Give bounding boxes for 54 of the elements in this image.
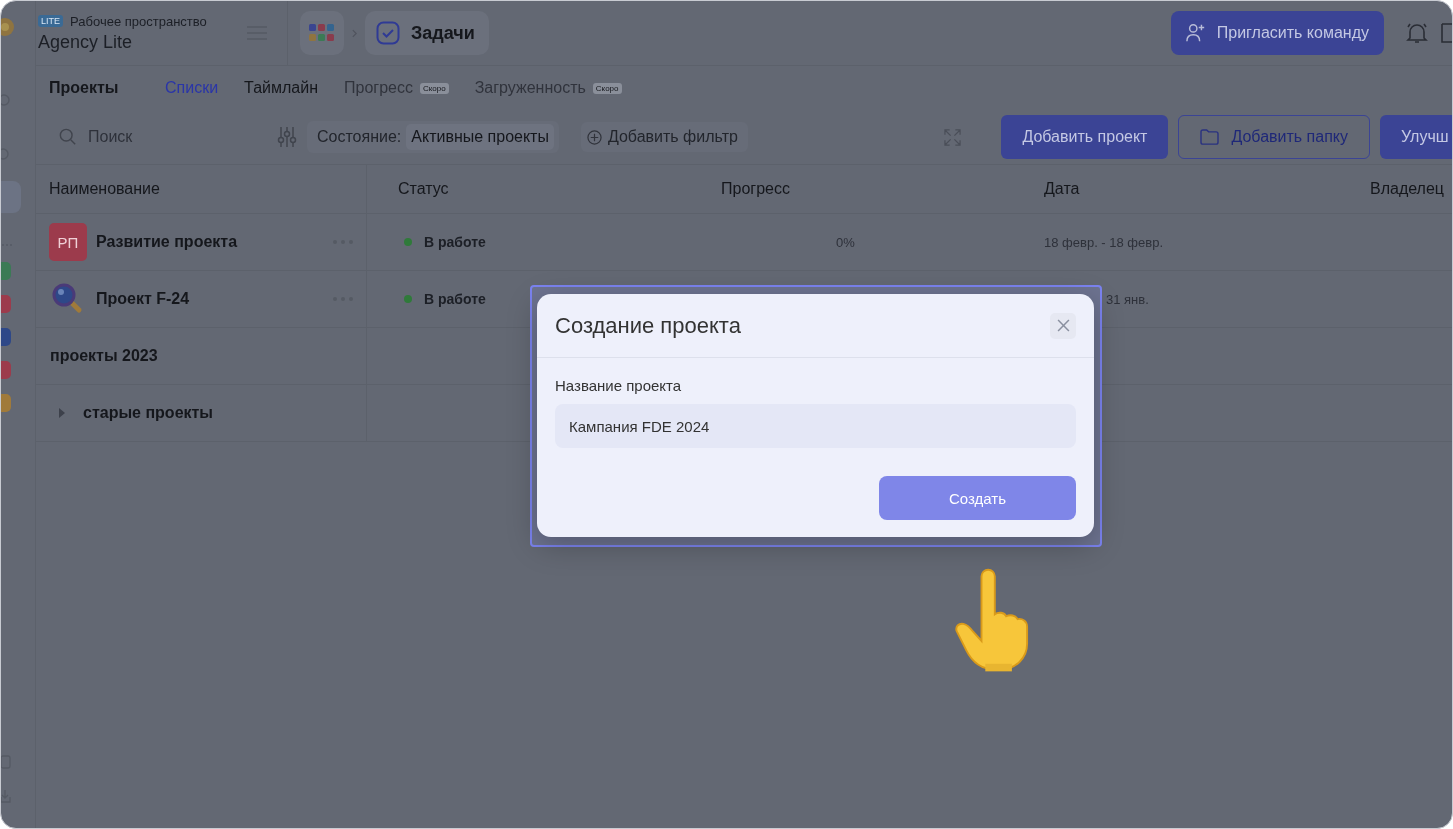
flower-logo-icon (1, 15, 14, 39)
status-text: В работе (424, 234, 486, 250)
add-folder-button[interactable]: Добавить папку (1178, 115, 1370, 159)
add-filter-button[interactable]: Добавить фильтр (580, 122, 748, 152)
state-filter-label: Состояние: (317, 128, 402, 146)
workspace-label: Рабочее пространство (70, 13, 207, 29)
expand-icon[interactable] (944, 128, 962, 146)
project-avatar-icon[interactable] (1, 262, 11, 280)
column-header: Наименование (49, 180, 160, 198)
bell-icon[interactable] (1405, 21, 1429, 45)
field-label: Название проекта (555, 377, 683, 394)
date-range: 31 янв. (1106, 291, 1149, 307)
column-header: Статус (398, 180, 449, 198)
upgrade-button[interactable]: Улучш (1380, 115, 1452, 159)
project-avatar-icon[interactable] (1, 361, 11, 379)
tasks-breadcrumb[interactable]: Задачи (365, 11, 489, 55)
view-tab[interactable]: Таймлайн (244, 79, 318, 97)
apps-grid-icon (309, 24, 335, 42)
column-header: Дата (1044, 180, 1080, 198)
add-project-button[interactable]: Добавить проект (1001, 115, 1169, 159)
dialog-title: Создание проекта (555, 312, 741, 339)
page-title: Проекты (49, 79, 120, 97)
project-avatar-icon[interactable] (1, 394, 11, 412)
plus-circle-icon (586, 129, 602, 145)
state-filter[interactable]: Состояние: Активные проекты (307, 121, 559, 153)
invite-team-button[interactable]: Пригласить команду (1170, 11, 1384, 55)
status-text: В работе (424, 291, 486, 307)
apps-button[interactable] (300, 11, 344, 55)
column-header: Прогресс (721, 180, 790, 198)
soon-badge: Скоро (592, 82, 622, 94)
close-icon (1056, 319, 1070, 332)
project-avatar-icon[interactable] (1, 295, 11, 313)
close-button[interactable] (1050, 312, 1076, 339)
folder-name[interactable]: проекты 2023 (49, 347, 158, 365)
column-header: Владелец (1370, 180, 1444, 198)
checkbox-icon (376, 21, 400, 45)
project-avatar: РП (49, 223, 87, 261)
filter-sliders-icon[interactable] (277, 126, 297, 148)
date-range: 18 февр. - 18 февр. (1044, 234, 1164, 250)
project-name[interactable]: Проект F-24 (96, 290, 333, 308)
search-field[interactable]: Поиск (86, 127, 230, 147)
plan-badge: LITE (38, 15, 63, 27)
folder-name[interactable]: старые проекты (82, 404, 214, 422)
download-icon[interactable] (1, 789, 11, 803)
state-filter-chip[interactable]: Активные проекты (406, 124, 554, 150)
add-user-icon (1185, 23, 1206, 43)
caret-icon[interactable] (59, 408, 65, 418)
soon-badge: Скоро (419, 82, 449, 94)
view-tab[interactable]: Списки (165, 79, 219, 97)
project-name[interactable]: Развитие проекта (96, 233, 333, 251)
project-name-field[interactable]: Кампания FDE 2024 (555, 404, 1076, 448)
project-avatar-icon[interactable] (1, 328, 11, 346)
create-button[interactable]: Создать (879, 476, 1076, 520)
workspace-name[interactable]: Agency Lite (38, 31, 234, 53)
